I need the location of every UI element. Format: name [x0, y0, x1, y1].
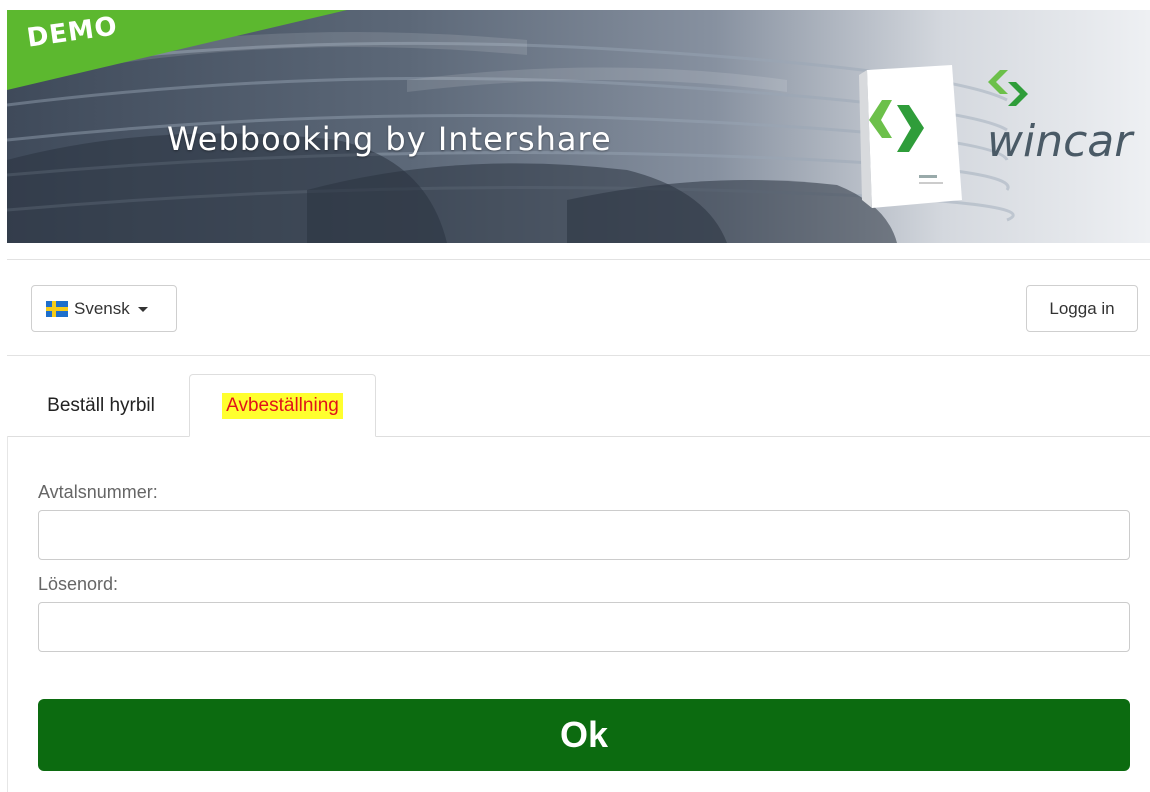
language-dropdown-button[interactable]: Svensk [31, 285, 177, 332]
language-label: Svensk [74, 298, 130, 318]
tab-cancellation-label: Avbeställning [222, 392, 343, 419]
password-input[interactable] [38, 602, 1130, 652]
divider [7, 259, 1150, 260]
divider [7, 355, 1150, 356]
contract-number-input[interactable] [38, 510, 1130, 560]
sweden-flag-icon [46, 300, 68, 317]
password-label: Lösenord: [38, 574, 119, 594]
login-button[interactable]: Logga in [1026, 285, 1138, 332]
banner-title: Webbooking by Intershare [167, 120, 612, 158]
brand-name: wincar [987, 116, 1133, 167]
ok-button[interactable]: Ok [38, 699, 1130, 771]
content-border [7, 436, 8, 792]
tab-order-rental-car[interactable]: Beställ hyrbil [16, 374, 186, 437]
tab-cancellation[interactable]: Avbeställning [189, 374, 376, 437]
caret-down-icon [137, 307, 148, 312]
product-box-icon [859, 65, 962, 208]
header-banner: DEMO Webbooking by Intershare wincar [7, 10, 1150, 243]
wincar-logo-icon [988, 70, 1028, 106]
contract-number-label: Avtalsnummer: [38, 482, 158, 502]
